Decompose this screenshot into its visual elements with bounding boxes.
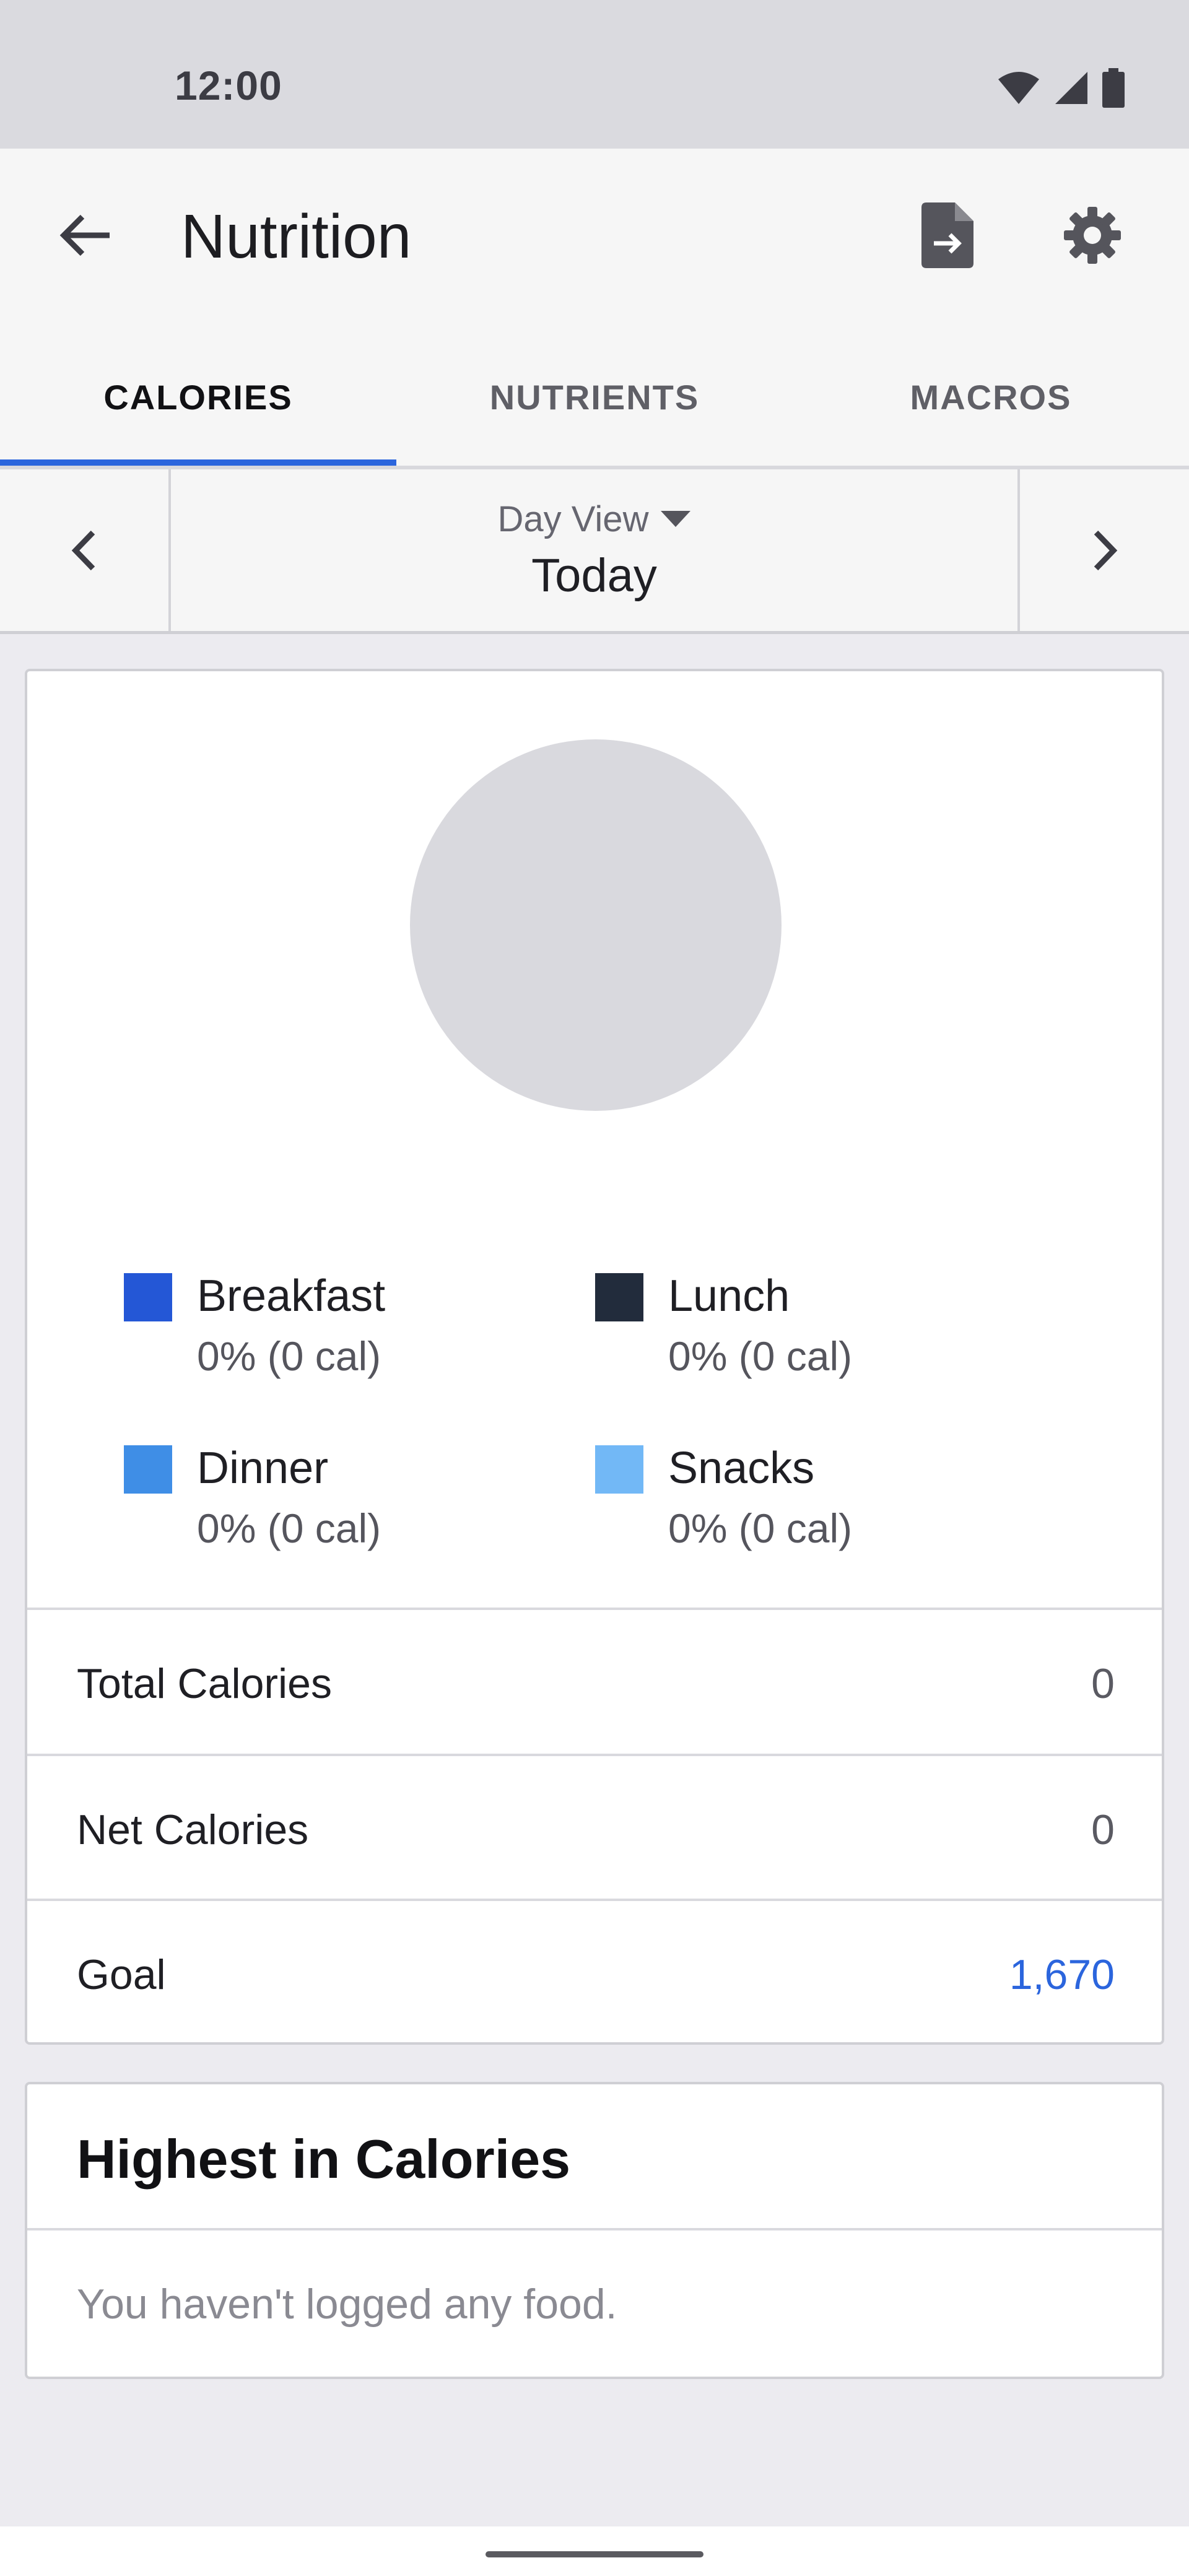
summary-label: Total Calories — [77, 1660, 332, 1707]
summary-value: 0 — [1091, 1660, 1115, 1707]
view-selector[interactable]: Day View Today — [171, 469, 1017, 631]
legend-value: 0% (0 cal) — [668, 1333, 853, 1379]
wifi-icon — [997, 71, 1040, 108]
status-bar: 12:00 — [0, 0, 1189, 149]
legend-swatch-lunch — [595, 1273, 643, 1321]
empty-state-message: You haven't logged any food. — [77, 2281, 617, 2328]
summary-label: Goal — [77, 1951, 166, 1998]
legend-label: Snacks — [668, 1443, 815, 1493]
total-calories-row: Total Calories 0 — [27, 1608, 1162, 1752]
tab-calories[interactable]: CALORIES — [0, 328, 396, 466]
legend-swatch-breakfast — [124, 1273, 172, 1321]
status-time: 12:00 — [175, 63, 282, 108]
chevron-right-icon — [1094, 530, 1117, 570]
goal-value-link[interactable]: 1,670 — [1009, 1951, 1115, 1999]
highest-in-calories-card: Highest in Calories You haven't logged a… — [25, 2082, 1164, 2379]
legend-label: Breakfast — [197, 1271, 386, 1321]
caret-down-icon — [661, 511, 691, 527]
signal-icon — [1054, 71, 1089, 108]
export-button[interactable] — [910, 198, 985, 272]
calories-card: Breakfast 0% (0 cal) Lunch 0% (0 cal) Di… — [25, 669, 1164, 2045]
file-export-icon — [921, 202, 973, 268]
status-icons — [997, 68, 1125, 111]
selected-date: Today — [531, 549, 657, 602]
summary-value: 0 — [1091, 1806, 1115, 1853]
date-navigator: Day View Today — [0, 469, 1189, 634]
tab-bar: CALORIES NUTRIENTS MACROS — [0, 328, 1189, 466]
tab-macros[interactable]: MACROS — [793, 328, 1189, 466]
legend-label: Dinner — [197, 1443, 329, 1493]
view-mode-dropdown[interactable]: Day View — [498, 498, 691, 540]
home-indicator[interactable] — [486, 2551, 703, 2557]
system-nav-bar — [0, 2526, 1189, 2576]
settings-button[interactable] — [1055, 198, 1130, 272]
view-mode-label: Day View — [497, 498, 649, 539]
legend-value: 0% (0 cal) — [197, 1505, 381, 1551]
goal-row[interactable]: Goal 1,670 — [27, 1899, 1162, 2043]
tab-nutrients[interactable]: NUTRIENTS — [396, 328, 793, 466]
gear-icon — [1064, 207, 1121, 264]
pie-empty-slice — [410, 739, 782, 1111]
page-title: Nutrition — [181, 202, 412, 271]
section-title: Highest in Calories — [77, 2128, 571, 2190]
arrow-back-icon — [59, 214, 110, 256]
summary-label: Net Calories — [77, 1806, 309, 1853]
battery-icon — [1102, 68, 1125, 111]
section-divider — [27, 2228, 1162, 2230]
legend-label: Lunch — [668, 1271, 790, 1321]
net-calories-row: Net Calories 0 — [27, 1754, 1162, 1899]
calories-pie-chart — [410, 739, 782, 1111]
legend-swatch-snacks — [595, 1445, 643, 1494]
legend-swatch-dinner — [124, 1445, 172, 1494]
back-button[interactable] — [48, 198, 123, 272]
legend-value: 0% (0 cal) — [668, 1505, 853, 1551]
legend-value: 0% (0 cal) — [197, 1333, 381, 1379]
next-day-button[interactable] — [1017, 469, 1189, 631]
chevron-left-icon — [71, 530, 95, 570]
previous-day-button[interactable] — [0, 469, 171, 631]
